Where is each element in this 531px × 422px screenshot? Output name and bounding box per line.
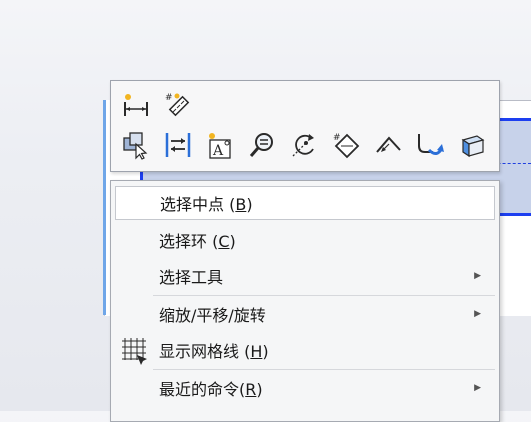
- submenu-arrow-icon: ▶: [474, 309, 481, 319]
- submenu-arrow-icon: ▶: [474, 383, 481, 393]
- menu-item-label: 最近的命令(R): [159, 380, 263, 399]
- relations-button[interactable]: [159, 127, 196, 163]
- menu-item-label: 缩放/平移/旋转: [159, 306, 266, 325]
- rotate-view-button[interactable]: [285, 127, 322, 163]
- smart-dimension-button[interactable]: [117, 87, 154, 123]
- menu-separator: [153, 369, 495, 370]
- zoom-button[interactable]: [243, 127, 280, 163]
- toolbar-row-2: A #: [117, 127, 490, 163]
- submenu-arrow-icon: ▶: [474, 271, 481, 281]
- menu-item-label: 选择中点 (B): [160, 195, 253, 214]
- menu-item-show-grid[interactable]: 显示网格线 (H): [115, 333, 495, 367]
- normal-to-icon: [375, 136, 401, 153]
- smart-dimension-icon: [123, 94, 148, 116]
- undo-feature-icon: [417, 134, 444, 155]
- menu-item-label: 选择环 (C): [159, 232, 236, 251]
- menu-separator: [153, 295, 495, 296]
- select-other-icon: [122, 132, 147, 160]
- svg-text:A: A: [212, 143, 224, 159]
- menu-item-select-loop[interactable]: 选择环 (C): [115, 223, 495, 257]
- normal-to-button[interactable]: [369, 127, 406, 163]
- context-menu: 选择中点 (B) 选择环 (C) 选择工具 ▶ 缩放/平移/旋转 ▶ 显示网格线…: [110, 180, 500, 422]
- menu-item-zoom-pan-rotate[interactable]: 缩放/平移/旋转 ▶: [115, 297, 495, 331]
- sketch-numbers-button[interactable]: #: [159, 87, 196, 123]
- menu-item-recent-commands[interactable]: 最近的命令(R) ▶: [115, 371, 495, 405]
- select-other-button[interactable]: [117, 127, 154, 163]
- sketch-plane-icon: #: [333, 133, 359, 159]
- relations-icon: [165, 133, 190, 157]
- context-toolbar: # A #: [110, 80, 500, 172]
- model-right-edge: [498, 100, 531, 316]
- menu-item-label: 选择工具: [159, 268, 224, 287]
- annotation-icon: A: [208, 133, 231, 159]
- sketch-numbers-icon: #: [165, 93, 189, 117]
- toolbar-row-1: #: [117, 87, 196, 123]
- undo-feature-button[interactable]: [411, 127, 448, 163]
- menu-item-selection-tools[interactable]: 选择工具 ▶: [115, 259, 495, 293]
- model-selected-edge: [103, 100, 106, 315]
- extrude-icon: [461, 135, 484, 158]
- menu-item-select-midpoint[interactable]: 选择中点 (B): [115, 186, 495, 220]
- annotation-button[interactable]: A: [201, 127, 238, 163]
- rotate-view-icon: [292, 134, 314, 157]
- svg-text:#: #: [165, 93, 173, 103]
- sketch-plane-button[interactable]: #: [327, 127, 364, 163]
- extrude-button[interactable]: [453, 127, 490, 163]
- zoom-magnifier-icon: [249, 133, 273, 157]
- menu-item-label: 显示网格线 (H): [159, 342, 269, 361]
- grid-lines-icon: [122, 338, 147, 365]
